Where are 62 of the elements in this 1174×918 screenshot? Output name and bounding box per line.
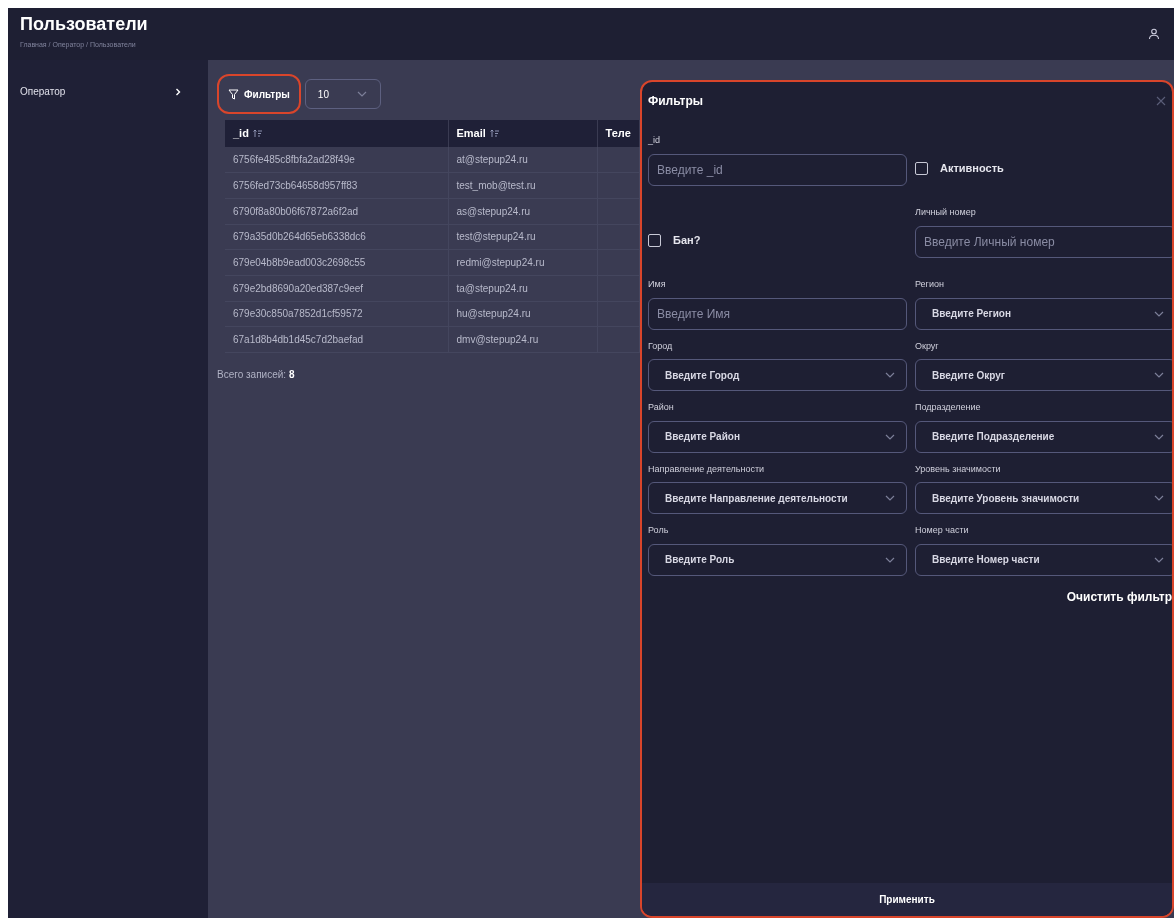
field-label: Округ (915, 339, 940, 353)
field-label: _id (648, 134, 661, 147)
field-label: Подразделение (915, 401, 982, 414)
panel-title: Фильтры (648, 93, 704, 110)
field-label: Район (648, 401, 675, 414)
field-label: Регион (915, 278, 945, 291)
filter-button[interactable]: Фильтры (217, 74, 301, 114)
sort-icon[interactable] (489, 129, 499, 138)
select-field[interactable]: Введите Направление деятельности (648, 482, 907, 514)
table-cell: 679e30c850a7852d1cf59572 (225, 301, 448, 327)
table-cell: 6790f8a80b06f67872a6f2ad (225, 198, 448, 225)
apply-button[interactable]: Применить (642, 883, 1172, 916)
total-count: 8 (289, 368, 295, 382)
select-field[interactable]: Введите Роль (648, 543, 907, 576)
table-cell: test_mob@test.ru (448, 172, 597, 199)
checkbox[interactable] (648, 233, 661, 247)
table-cell: 679e04b8b9ead003c2698c55 (225, 249, 448, 276)
table-cell: 67a1d8b4db1d45c7d2baefad (225, 326, 448, 353)
table-cell: redmi@stepup24.ru (448, 249, 597, 276)
field-label: Роль (648, 524, 670, 537)
table-cell: at@stepup24.ru (448, 147, 597, 173)
input-field[interactable]: Введите Личный номер (915, 225, 1172, 258)
field-label: Уровень значимости (915, 462, 1002, 476)
column-header[interactable]: Теле (597, 120, 640, 147)
checkbox-label: Активность (940, 160, 1004, 176)
close-icon[interactable] (1156, 96, 1166, 106)
input-field[interactable]: Введите _id (648, 153, 907, 186)
field-label: Имя (648, 278, 667, 291)
chevron-right-icon (174, 87, 182, 96)
select-field[interactable]: Введите Регион (915, 297, 1172, 330)
select-field[interactable]: Введите Город (648, 359, 907, 391)
table-cell: 6756fe485c8fbfa2ad28f49e (225, 147, 448, 173)
table-cell: test@stepup24.ru (448, 224, 597, 250)
select-field[interactable]: Введите Район (648, 420, 907, 453)
table-cell: 679a35d0b264d65eb6338dc6 (225, 224, 448, 250)
clear-filter-button[interactable]: Очистить фильтр (1066, 587, 1172, 606)
select-field[interactable]: Введите Округ (915, 359, 1172, 391)
select-field[interactable]: Введите Номер части (915, 543, 1172, 576)
input-field[interactable]: Введите Имя (648, 297, 907, 330)
checkbox[interactable] (915, 161, 928, 175)
total-label: Всего записей: (217, 368, 287, 382)
sort-icon[interactable] (252, 129, 262, 138)
column-header[interactable]: Email (448, 120, 597, 147)
filter-icon (228, 88, 239, 100)
table-cell: as@stepup24.ru (448, 198, 597, 225)
user-icon[interactable] (1148, 28, 1160, 40)
page-size-select[interactable]: 10 (304, 79, 381, 109)
select-field[interactable]: Введите Уровень значимости (915, 482, 1172, 514)
column-header[interactable]: _id (225, 120, 448, 147)
sidebar-item[interactable]: Оператор (20, 84, 196, 99)
field-label: Личный номер (915, 206, 977, 219)
field-label: Направление деятельности (648, 462, 766, 476)
table-cell: 6756fed73cb64658d957ff83 (225, 172, 448, 199)
field-label: Город (648, 339, 674, 353)
table-cell: dmv@stepup24.ru (448, 326, 597, 353)
select-field[interactable]: Введите Подразделение (915, 420, 1172, 453)
table-cell: hu@stepup24.ru (448, 301, 597, 327)
page-title: Пользователи (20, 13, 148, 36)
table-cell: ta@stepup24.ru (448, 275, 597, 302)
checkbox-label: Бан? (673, 232, 701, 248)
table-cell: 679e2bd8690a20ed387c9eef (225, 275, 448, 302)
field-label: Номер части (915, 524, 970, 537)
